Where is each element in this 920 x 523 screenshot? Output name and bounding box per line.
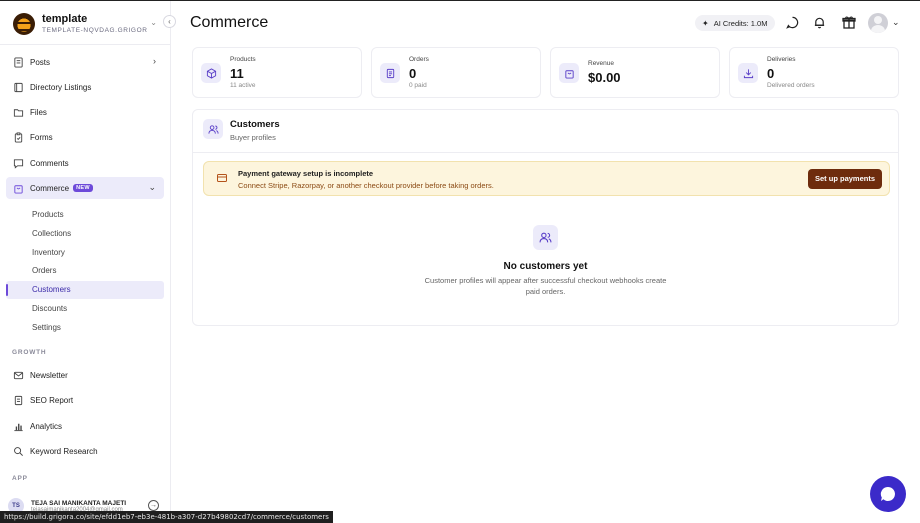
stat-value: 0 — [767, 66, 775, 81]
page-title: Commerce — [190, 14, 269, 31]
bag-icon — [14, 184, 23, 194]
chat-bubble-icon — [880, 486, 895, 501]
search-icon — [14, 446, 23, 456]
stat-card-orders: Orders 0 0 paid — [371, 47, 541, 98]
bell-icon[interactable] — [812, 15, 826, 29]
sidebar-item-analytics[interactable]: Analytics — [6, 415, 164, 437]
receipt-icon — [380, 63, 400, 83]
sidebar-item-label: Comments — [30, 158, 69, 168]
sidebar-subitem-settings[interactable]: Settings — [6, 319, 164, 337]
sidebar-subitem-customers[interactable]: Customers — [6, 281, 164, 299]
sidebar-item-label: Keyword Research — [30, 446, 98, 456]
empty-state-title: No customers yet — [503, 261, 588, 272]
workspace-name: template — [42, 12, 88, 25]
sidebar-item-files[interactable]: Files — [6, 101, 164, 123]
payment-setup-alert: Payment gateway setup is incomplete Conn… — [203, 161, 890, 196]
section-label-app: APP — [12, 475, 28, 482]
divider — [0, 44, 170, 45]
sidebar: template TEMPLATE-NQVDAG.GRIGOR... ⌄ Pos… — [0, 1, 171, 523]
ai-credits-label: AI Credits: 1.0M — [713, 18, 768, 28]
stat-card-revenue: Revenue $0.00 — [550, 47, 720, 98]
profile-avatar[interactable] — [868, 13, 888, 33]
sidebar-item-label: Posts — [30, 57, 51, 67]
credit-card-icon — [217, 174, 227, 182]
stat-label: Deliveries — [767, 56, 796, 63]
stat-card-deliveries: Deliveries 0 Delivered orders — [729, 47, 899, 98]
users-icon — [203, 119, 223, 139]
report-icon — [14, 395, 23, 405]
stat-subtext: 0 paid — [409, 82, 427, 89]
sidebar-subitem-inventory[interactable]: Inventory — [6, 244, 164, 262]
stat-label: Products — [230, 56, 256, 63]
sidebar-subitem-discounts[interactable]: Discounts — [6, 300, 164, 318]
bag-icon — [559, 63, 579, 83]
stat-value: 0 — [409, 66, 417, 81]
mail-icon — [13, 371, 24, 379]
empty-state-text: Customer profiles will appear after succ… — [424, 276, 667, 296]
set-up-payments-button[interactable]: Set up payments — [808, 169, 882, 189]
sidebar-item-comments[interactable]: Comments — [6, 152, 164, 174]
alert-title: Payment gateway setup is incomplete — [238, 169, 374, 178]
chat-support-button[interactable] — [870, 476, 906, 512]
panel-title: Customers — [230, 119, 280, 130]
divider — [193, 152, 898, 153]
panel-subtitle: Buyer profiles — [230, 133, 276, 142]
sidebar-item-label: Forms — [30, 132, 53, 142]
document-icon — [14, 56, 23, 68]
alert-text: Connect Stripe, Razorpay, or another che… — [238, 181, 494, 190]
gift-icon[interactable] — [842, 15, 856, 29]
sidebar-subitem-orders[interactable]: Orders — [6, 262, 164, 280]
user-name: TEJA SAI MANIKANTA MAJETI — [31, 499, 127, 507]
stat-value: 11 — [230, 66, 244, 81]
sidebar-item-label: Newsletter — [30, 370, 68, 380]
stat-label: Orders — [409, 56, 429, 63]
sidebar-item-label: Commerce — [30, 183, 70, 193]
comment-icon — [13, 158, 24, 169]
chevron-updown-icon: ⌄ — [150, 18, 157, 27]
sidebar-item-commerce[interactable]: Commerce NEW ⌄ — [6, 177, 164, 199]
cube-icon — [201, 63, 221, 83]
sidebar-item-label: Files — [30, 107, 47, 117]
users-icon — [533, 225, 558, 250]
sidebar-item-directory-listings[interactable]: Directory Listings — [6, 76, 164, 98]
sidebar-item-forms[interactable]: Forms — [6, 126, 164, 148]
sidebar-item-seo-report[interactable]: SEO Report — [6, 389, 164, 411]
section-label-growth: GROWTH — [12, 349, 47, 356]
sidebar-item-newsletter[interactable]: Newsletter — [6, 364, 164, 386]
new-badge: NEW — [73, 184, 93, 192]
collapse-sidebar-button[interactable]: ‹ — [163, 15, 176, 28]
folder-icon — [13, 108, 24, 117]
logout-icon[interactable]: → — [148, 500, 159, 511]
bar-chart-icon — [14, 423, 23, 431]
stat-value: $0.00 — [588, 70, 621, 85]
stat-label: Revenue — [588, 60, 615, 67]
sidebar-item-label: SEO Report — [30, 395, 74, 405]
stat-card-products: Products 11 11 active — [192, 47, 362, 98]
workspace-logo — [13, 13, 35, 35]
workspace-switcher[interactable]: template TEMPLATE-NQVDAG.GRIGOR... ⌄ — [13, 11, 165, 37]
magic-wand-icon: ✦ — [702, 18, 709, 28]
book-icon — [14, 82, 23, 92]
stat-subtext: 11 active — [230, 82, 256, 89]
chevron-down-icon[interactable]: ⌄ — [892, 17, 900, 28]
sidebar-item-label: Directory Listings — [30, 82, 92, 92]
chevron-right-icon: › — [153, 56, 156, 66]
download-icon — [738, 63, 758, 83]
workspace-slug: TEMPLATE-NQVDAG.GRIGOR... — [42, 26, 148, 34]
sidebar-subitem-products[interactable]: Products — [6, 206, 164, 224]
customers-panel: Customers Buyer profiles Payment gateway… — [192, 109, 899, 326]
stat-subtext: Delivered orders — [767, 82, 815, 89]
status-url: https://build.grigora.co/site/efdd1eb7-e… — [0, 511, 333, 523]
chevron-down-icon: ⌄ — [148, 182, 156, 192]
ai-credits-button[interactable]: ✦ AI Credits: 1.0M — [695, 15, 775, 31]
sidebar-item-label: Analytics — [30, 421, 63, 431]
clipboard-icon — [14, 131, 23, 143]
chat-icon[interactable] — [785, 15, 799, 29]
sidebar-item-posts[interactable]: Posts › — [6, 51, 164, 73]
sidebar-subitem-collections[interactable]: Collections — [6, 225, 164, 243]
sidebar-item-keyword-research[interactable]: Keyword Research — [6, 440, 164, 462]
